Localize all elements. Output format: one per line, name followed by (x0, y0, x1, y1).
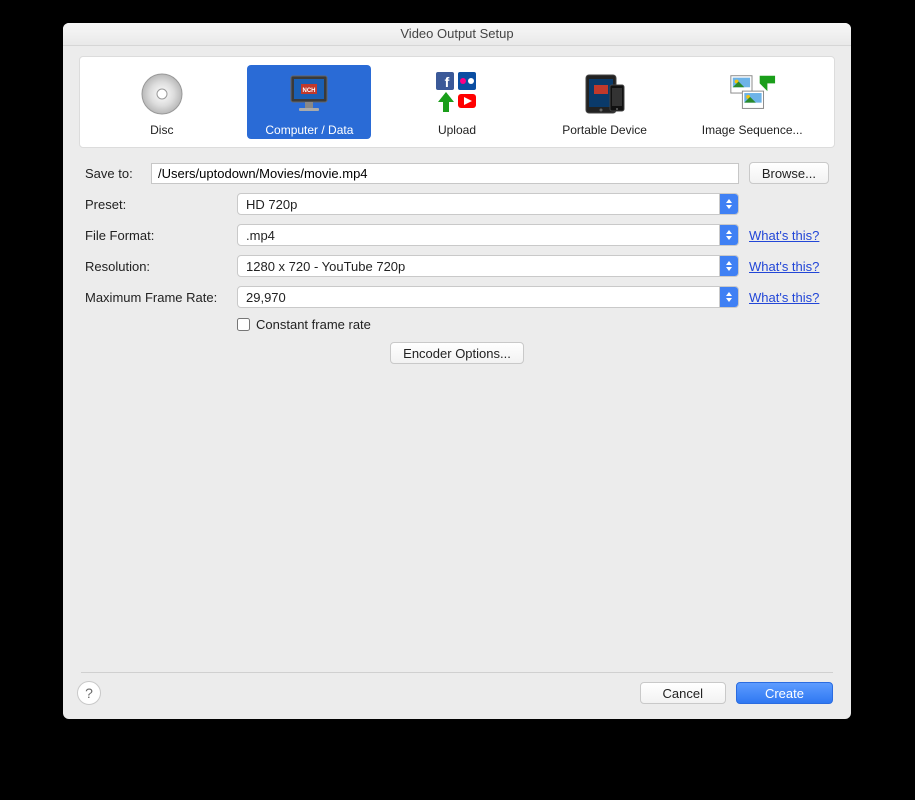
dialog-footer: ? Cancel Create (77, 679, 833, 707)
portable-device-icon (580, 69, 630, 119)
save-to-label: Save to: (85, 166, 151, 181)
browse-button[interactable]: Browse... (749, 162, 829, 184)
upload-icon: f (432, 69, 482, 119)
computer-icon: NCH (284, 69, 334, 119)
save-to-input[interactable] (151, 163, 739, 184)
frame-rate-label: Maximum Frame Rate: (85, 290, 237, 305)
tab-disc[interactable]: Disc (100, 65, 224, 139)
tab-label: Upload (438, 123, 476, 137)
constant-frame-rate-checkbox[interactable] (237, 318, 250, 331)
tab-computer-data[interactable]: NCH Computer / Data (247, 65, 371, 139)
chevron-updown-icon (719, 194, 738, 214)
resolution-select[interactable]: 1280 x 720 - YouTube 720p (237, 255, 739, 277)
create-button[interactable]: Create (736, 682, 833, 704)
cancel-button[interactable]: Cancel (640, 682, 726, 704)
frame-rate-select[interactable]: 29,970 (237, 286, 739, 308)
tab-portable-device[interactable]: Portable Device (543, 65, 667, 139)
tab-label: Computer / Data (265, 123, 353, 137)
chevron-updown-icon (719, 225, 738, 245)
image-sequence-icon (727, 69, 777, 119)
chevron-updown-icon (719, 256, 738, 276)
help-icon[interactable]: ? (77, 681, 101, 705)
file-format-select[interactable]: .mp4 (237, 224, 739, 246)
dialog-window: Video Output Setup Disc (63, 23, 851, 719)
whats-this-link-resolution[interactable]: What's this? (749, 259, 829, 274)
separator (81, 672, 833, 673)
tab-label: Image Sequence... (702, 123, 803, 137)
constant-frame-rate-label: Constant frame rate (256, 317, 371, 332)
content-area: Save to: Browse... Preset: HD 720p x Fil… (63, 148, 851, 719)
preset-label: Preset: (85, 197, 237, 212)
tab-upload[interactable]: f Upload (395, 65, 519, 139)
resolution-label: Resolution: (85, 259, 237, 274)
whats-this-link-format[interactable]: What's this? (749, 228, 829, 243)
tab-image-sequence[interactable]: Image Sequence... (690, 65, 814, 139)
chevron-updown-icon (719, 287, 738, 307)
tab-label: Disc (150, 123, 173, 137)
encoder-options-button[interactable]: Encoder Options... (390, 342, 524, 364)
window-title: Video Output Setup (63, 23, 851, 46)
whats-this-link-framerate[interactable]: What's this? (749, 290, 829, 305)
disc-icon (137, 69, 187, 119)
file-format-label: File Format: (85, 228, 237, 243)
svg-text:NCH: NCH (303, 88, 316, 94)
preset-select[interactable]: HD 720p (237, 193, 739, 215)
tab-label: Portable Device (562, 123, 647, 137)
output-type-toolbar: Disc NCH Computer / Data f (79, 56, 835, 148)
svg-text:f: f (445, 74, 450, 90)
